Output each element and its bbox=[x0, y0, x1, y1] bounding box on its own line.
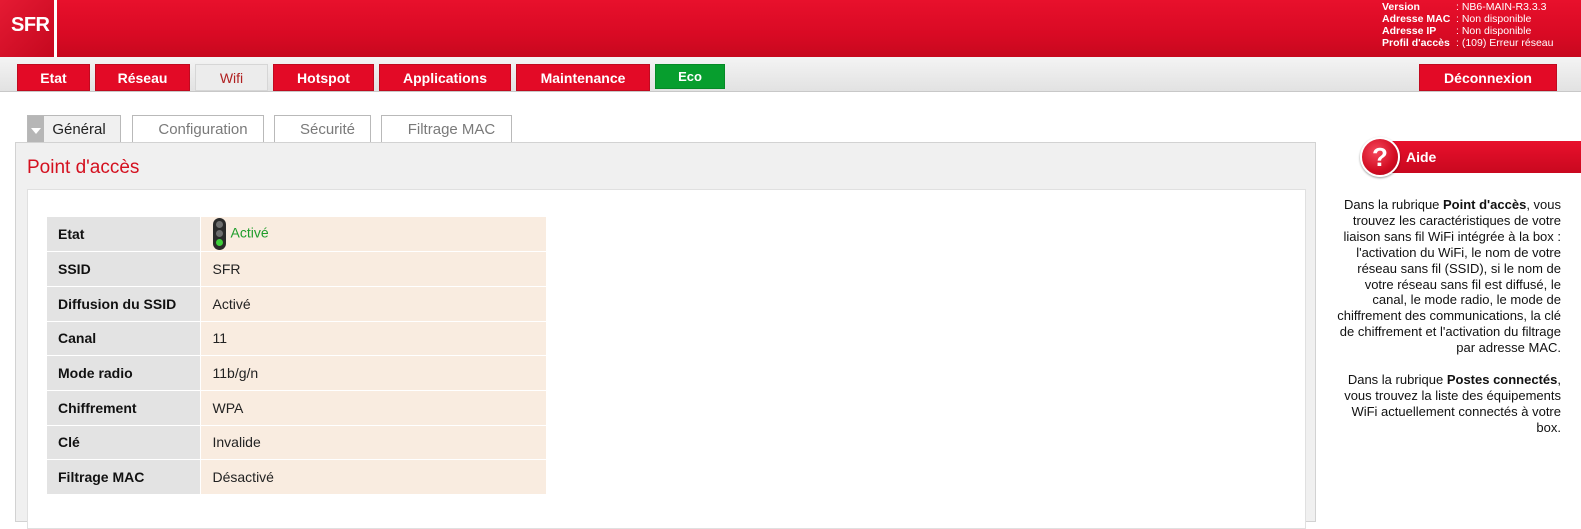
help-text-part: , vous trouvez les caractéristiques de v… bbox=[1337, 197, 1561, 356]
info-row-version: Version : NB6-MAIN-R3.3.3 bbox=[1382, 1, 1553, 13]
table-row: Mode radio 11b/g/n bbox=[47, 355, 546, 391]
info-label: Adresse MAC bbox=[1382, 13, 1451, 25]
info-row-mac: Adresse MAC : Non disponible bbox=[1382, 13, 1553, 25]
info-value: : NB6-MAIN-R3.3.3 bbox=[1456, 1, 1547, 13]
table-row: Clé Invalide bbox=[47, 425, 546, 461]
row-value: 11 bbox=[199, 321, 546, 357]
row-label: Filtrage MAC bbox=[47, 459, 200, 495]
row-label: Clé bbox=[47, 425, 200, 461]
chevron-down-icon bbox=[28, 116, 44, 143]
tab-securite[interactable]: Sécurité bbox=[274, 115, 371, 142]
nav-item-hotspot[interactable]: Hotspot bbox=[273, 64, 374, 91]
tab-configuration[interactable]: Configuration bbox=[132, 115, 264, 142]
nav-item-reseau[interactable]: Réseau bbox=[95, 64, 190, 91]
wifi-status-table: Etat Activé SSID SFR Diffusion du SSID Act… bbox=[47, 217, 546, 495]
nav-item-applications[interactable]: Applications bbox=[379, 64, 511, 91]
row-value: 11b/g/n bbox=[199, 355, 546, 391]
row-value: Invalide bbox=[199, 425, 546, 461]
info-value: : Non disponible bbox=[1456, 13, 1532, 25]
nav-item-eco[interactable]: Eco bbox=[655, 64, 725, 89]
tab-filtrage-mac[interactable]: Filtrage MAC bbox=[381, 115, 512, 142]
table-row: Canal 11 bbox=[47, 321, 546, 357]
table-row: Diffusion du SSID Activé bbox=[47, 286, 546, 322]
row-value: SFR bbox=[199, 251, 546, 287]
tab-label: Configuration bbox=[158, 120, 248, 138]
status-text: Activé bbox=[230, 224, 269, 241]
tab-label: Sécurité bbox=[299, 120, 356, 138]
help-text-bold: Postes connectés bbox=[1446, 371, 1558, 387]
row-value-status: Activé bbox=[199, 217, 546, 253]
row-label: Etat bbox=[47, 217, 200, 253]
content-inner: Etat Activé SSID SFR Diffusion du SSID Act… bbox=[27, 189, 1306, 529]
traffic-light-icon bbox=[212, 218, 226, 251]
nav-item-etat[interactable]: Etat bbox=[17, 64, 90, 91]
sfr-logo[interactable]: SFR bbox=[0, 0, 57, 57]
page-title: Point d'accès bbox=[27, 157, 140, 178]
content-panel: Point d'accès Etat Activé SSID SFR Diffus… bbox=[15, 142, 1316, 529]
table-row: Filtrage MAC Désactivé bbox=[47, 459, 546, 495]
help-title: Aide bbox=[1406, 149, 1437, 165]
row-value: Activé bbox=[199, 286, 546, 322]
info-label: Adresse IP bbox=[1382, 25, 1437, 37]
row-label: Diffusion du SSID bbox=[47, 286, 200, 322]
device-info: Version : NB6-MAIN-R3.3.3 Adresse MAC : No… bbox=[1382, 1, 1553, 49]
row-label: Mode radio bbox=[47, 355, 200, 391]
row-label: Canal bbox=[47, 321, 200, 357]
nav-item-wifi[interactable]: Wifi bbox=[195, 64, 268, 91]
main-nav: Etat Réseau Wifi Hotspot Applications Ma… bbox=[0, 57, 1581, 92]
row-value: Désactivé bbox=[199, 459, 546, 495]
row-label: SSID bbox=[47, 251, 200, 287]
info-row-profile: Profil d'accès : (109) Erreur réseau bbox=[1382, 37, 1553, 49]
table-row: SSID SFR bbox=[47, 251, 546, 287]
info-value: : Non disponible bbox=[1456, 25, 1532, 37]
nav-item-maintenance[interactable]: Maintenance bbox=[516, 64, 650, 91]
question-icon[interactable]: ? bbox=[1360, 137, 1400, 177]
row-label: Chiffrement bbox=[47, 390, 200, 426]
info-value: : (109) Erreur réseau bbox=[1456, 37, 1554, 49]
header-bar: SFR Version : NB6-MAIN-R3.3.3 Adresse MAC… bbox=[0, 0, 1581, 57]
tab-label: Général bbox=[52, 121, 106, 138]
table-row: Etat Activé bbox=[47, 217, 546, 253]
help-text-part: Dans la rubrique bbox=[1347, 371, 1447, 387]
tab-label: Filtrage MAC bbox=[407, 120, 496, 138]
tab-general[interactable]: Général bbox=[27, 115, 121, 143]
logout-button[interactable]: Déconnexion bbox=[1419, 64, 1557, 91]
table-row: Chiffrement WPA bbox=[47, 390, 546, 426]
help-text: Dans la rubrique Point d'accès, vous tro… bbox=[1336, 197, 1561, 436]
help-text-part: Dans la rubrique bbox=[1344, 197, 1444, 212]
row-value: WPA bbox=[199, 390, 546, 426]
info-row-ip: Adresse IP : Non disponible bbox=[1382, 25, 1553, 37]
help-text-bold: Point d'accès bbox=[1443, 197, 1527, 212]
info-label: Profil d'accès bbox=[1382, 37, 1450, 49]
logo-text: SFR bbox=[11, 14, 50, 36]
info-label: Version bbox=[1382, 1, 1420, 13]
